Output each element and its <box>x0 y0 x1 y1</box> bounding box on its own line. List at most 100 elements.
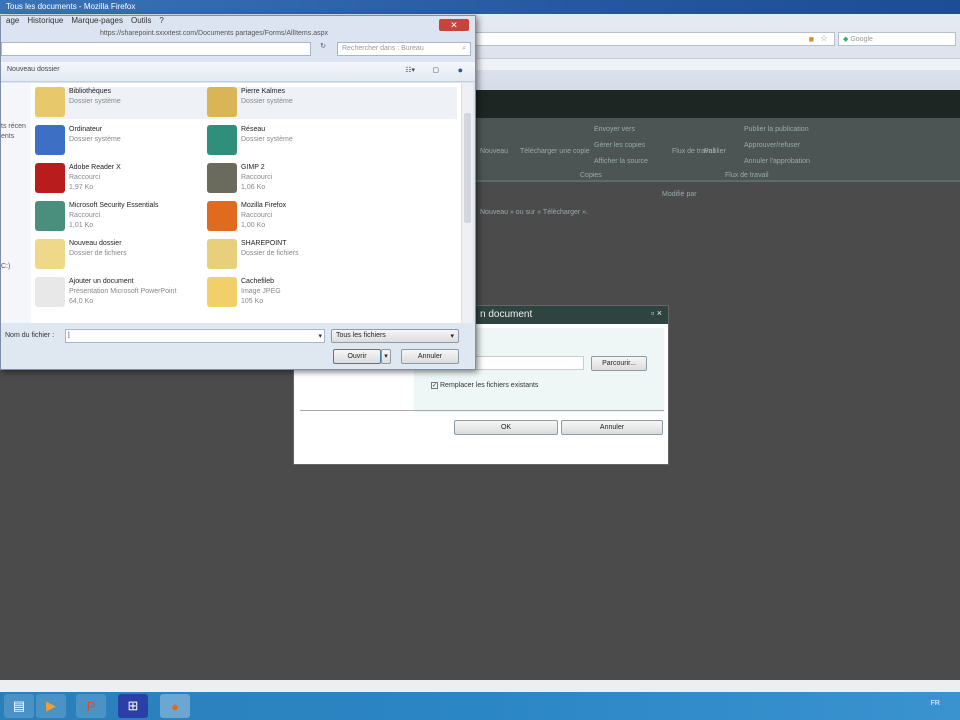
file-item[interactable]: Réseau Dossier système <box>207 125 407 157</box>
file-item[interactable]: Microsoft Security Essentials Raccourci 1,… <box>35 201 235 233</box>
ribbon-cancel-approval[interactable]: Annuler l'approbation <box>744 158 810 165</box>
ribbon-manage-copies[interactable]: Gérer les copies <box>594 142 645 149</box>
file-type: Dossier de fichiers <box>69 250 127 257</box>
ribbon-send-to[interactable]: Envoyer vers <box>594 126 635 133</box>
navigation-pane: ts récen ents C:) <box>1 83 31 323</box>
folder-icon <box>207 239 237 269</box>
address-bar[interactable] <box>1 42 311 56</box>
menu-outils[interactable]: Outils <box>131 16 151 28</box>
gimp-icon <box>207 163 237 193</box>
nav-item[interactable]: ts récen <box>1 123 26 130</box>
file-name: SHAREPOINT <box>241 240 287 247</box>
close-icon[interactable]: ✕ <box>439 19 469 31</box>
ribbon-download-copy[interactable]: Télécharger une copie <box>520 148 590 155</box>
adobe-reader-icon <box>35 163 65 193</box>
upload-title-text: n document <box>480 309 533 320</box>
file-name: Pierre Kalmes <box>241 88 285 95</box>
file-type: Raccourci <box>241 174 273 181</box>
dialog-cancel-button[interactable]: Annuler <box>401 349 459 364</box>
file-size: 1,00 Ko <box>241 222 266 229</box>
explorer-taskbar-icon[interactable]: ▤ <box>4 694 34 718</box>
file-item[interactable]: Nouveau dossier Dossier de fichiers <box>35 239 235 271</box>
menu-marque-pages[interactable]: Marque-pages <box>71 16 123 28</box>
new-folder-button[interactable]: Nouveau dossier <box>7 66 60 73</box>
refresh-icon[interactable]: ↻ <box>313 42 333 56</box>
scrollbar[interactable] <box>461 83 473 323</box>
file-type: Raccourci <box>69 212 101 219</box>
file-item[interactable]: SHAREPOINT Dossier de fichiers <box>207 239 407 271</box>
powerpoint-file-icon <box>35 277 65 307</box>
search-input[interactable]: ◆ Google <box>838 32 956 46</box>
file-item[interactable]: Ajouter un document Présentation Microsof… <box>35 277 235 309</box>
open-options-icon[interactable]: ▾ <box>381 349 391 364</box>
file-name: Cachefileb <box>241 278 275 285</box>
file-item[interactable]: Cachefileb Image JPEG 105 Ko <box>207 277 407 309</box>
status-bar <box>0 680 960 692</box>
google-icon: ◆ <box>843 36 849 43</box>
filename-input[interactable]: | ▾ <box>65 329 325 343</box>
menu-help[interactable]: ? <box>159 16 163 28</box>
app-taskbar-icon[interactable]: ⊞ <box>118 694 148 718</box>
file-name: GIMP 2 <box>241 164 265 171</box>
file-type: Dossier système <box>69 98 121 105</box>
language-indicator[interactable]: FR <box>931 700 940 707</box>
nav-item[interactable]: ents <box>1 133 14 140</box>
chevron-down-icon[interactable]: ▾ <box>318 332 322 340</box>
column-modified-by[interactable]: Modifié par <box>662 191 697 198</box>
browse-button[interactable]: Parcourir... <box>591 356 647 371</box>
dialog-toolbar: Nouveau dossier ☷▾ ▢ ● <box>1 62 475 82</box>
ribbon-new[interactable]: Nouveau <box>480 148 508 155</box>
ok-button[interactable]: OK <box>454 420 558 435</box>
security-essentials-icon <box>35 201 65 231</box>
ribbon-approve[interactable]: Approuver/refuser <box>744 142 800 149</box>
file-item[interactable]: Pierre Kalmes Dossier système <box>207 87 457 119</box>
jpeg-file-icon <box>207 277 237 307</box>
dialog-search-input[interactable]: Rechercher dans : Bureau ⌕ <box>337 42 471 56</box>
file-type: Dossier système <box>241 98 293 105</box>
file-name: Réseau <box>241 126 266 133</box>
file-type-select[interactable]: Tous les fichiers ▾ <box>331 329 459 343</box>
powerpoint-taskbar-icon[interactable]: P <box>76 694 106 718</box>
file-type: Raccourci <box>241 212 273 219</box>
library-icon <box>35 87 65 117</box>
file-item[interactable]: Mozilla Firefox Raccourci 1,00 Ko <box>207 201 407 233</box>
url-text[interactable]: https://sharepoint.sxxxtest.com/Document… <box>100 30 328 37</box>
ribbon-show-source[interactable]: Afficher la source <box>594 158 648 165</box>
menu-historique[interactable]: Historique <box>27 16 63 28</box>
cancel-button[interactable]: Annuler <box>561 420 663 435</box>
overwrite-label: Remplacer les fichiers existants <box>440 382 539 389</box>
ribbon-publish[interactable]: Publier <box>704 148 726 155</box>
help-icon[interactable]: ● <box>458 65 463 75</box>
open-button[interactable]: Ouvrir <box>333 349 381 364</box>
ribbon-unpublish[interactable]: Publier la publication <box>744 126 809 133</box>
file-size: 1,06 Ko <box>241 184 266 191</box>
file-item[interactable]: Ordinateur Dossier système <box>35 125 235 157</box>
search-placeholder: Google <box>850 36 873 43</box>
file-item[interactable]: GIMP 2 Raccourci 1,06 Ko <box>207 163 407 195</box>
nav-item[interactable]: C:) <box>1 263 10 270</box>
firefox-icon <box>207 201 237 231</box>
divider <box>300 410 664 411</box>
rss-icon[interactable]: ■ <box>809 34 814 44</box>
media-player-taskbar-icon[interactable]: ▶ <box>36 694 66 718</box>
file-name: Microsoft Security Essentials <box>69 202 159 209</box>
window-title: Tous les documents - Mozilla Firefox <box>6 2 136 11</box>
overwrite-checkbox[interactable]: ✓ <box>431 382 438 389</box>
view-options-icon[interactable]: ☷▾ <box>405 66 415 74</box>
file-type: Dossier système <box>241 136 293 143</box>
firefox-taskbar-icon[interactable]: ● <box>160 694 190 718</box>
file-name: Ordinateur <box>69 126 103 133</box>
file-open-dialog: ✕ ↻ Rechercher dans : Bureau ⌕ Nouveau do… <box>0 15 476 370</box>
dialog-footer: Nom du fichier : | ▾ Tous les fichiers ▾ O… <box>1 323 475 369</box>
file-item[interactable]: Bibliothèques Dossier système <box>35 87 207 119</box>
chevron-down-icon: ▾ <box>450 333 454 340</box>
file-item[interactable]: Adobe Reader X Raccourci 1,97 Ko <box>35 163 235 195</box>
overwrite-option: ✓ Remplacer les fichiers existants <box>431 382 538 389</box>
close-icon[interactable]: ▫ × <box>651 308 662 318</box>
bookmark-star-icon[interactable]: ☆ <box>820 33 828 44</box>
preview-pane-icon[interactable]: ▢ <box>432 66 439 74</box>
ribbon-group-copies: Copies <box>580 172 602 179</box>
ribbon-group-workflow: Flux de travail <box>725 172 769 179</box>
menu-item[interactable]: age <box>6 16 19 28</box>
scrollbar-thumb[interactable] <box>464 113 471 223</box>
